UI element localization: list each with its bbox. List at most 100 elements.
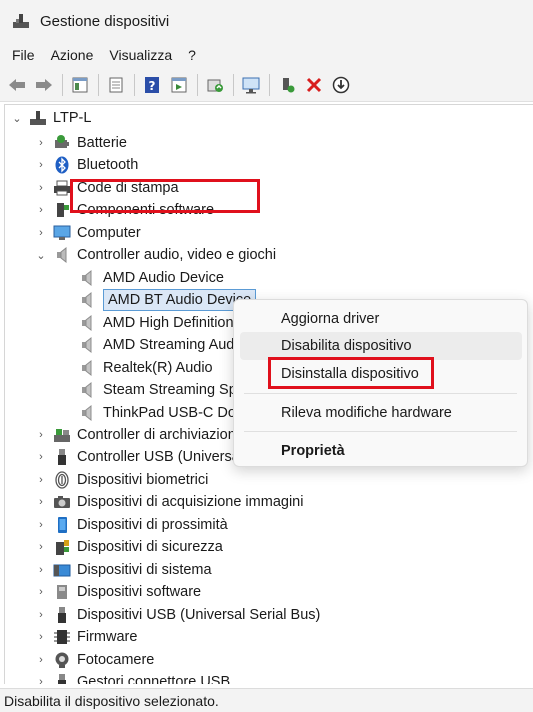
speaker-icon	[79, 381, 97, 399]
chevron-right-icon[interactable]: ›	[33, 424, 49, 446]
printer-icon	[53, 179, 71, 197]
chevron-right-icon[interactable]: ›	[33, 626, 49, 648]
tree-category-label: Dispositivi software	[77, 584, 202, 600]
speaker-icon	[79, 314, 97, 332]
device-manager-app-icon	[11, 11, 31, 31]
chevron-right-icon[interactable]: ›	[33, 671, 49, 684]
toolbar-separator	[197, 73, 198, 96]
tree-category-prossimita[interactable]: › Dispositivi di prossimità	[33, 514, 228, 536]
toolbar-separator	[62, 73, 63, 96]
menu-azione[interactable]: Azione	[43, 43, 102, 67]
chevron-right-icon[interactable]: ›	[33, 132, 49, 154]
tree-device-amd-bt-audio[interactable]: AMD BT Audio Device	[79, 289, 257, 311]
chevron-right-icon[interactable]: ›	[33, 222, 49, 244]
software-device-icon	[53, 583, 71, 601]
toolbar-separator	[269, 73, 270, 96]
menu-help[interactable]: ?	[180, 43, 204, 67]
tree-category-label: Controller audio, video e giochi	[77, 247, 277, 263]
tree-root-label: LTP-L	[53, 110, 92, 126]
tree-category-biometrici[interactable]: › Dispositivi biometrici	[33, 469, 208, 491]
tree-category-sicurezza[interactable]: › Dispositivi di sicurezza	[33, 536, 223, 558]
download-icon[interactable]	[328, 72, 354, 98]
run-icon[interactable]	[166, 72, 192, 98]
chevron-right-icon[interactable]: ›	[33, 491, 49, 513]
menu-item-aggiorna-driver[interactable]: Aggiorna driver	[240, 305, 522, 333]
uninstall-icon[interactable]	[301, 72, 327, 98]
selected-device-highlight-box	[70, 179, 260, 213]
tree-category-label: Bluetooth	[77, 157, 139, 173]
bluetooth-icon	[53, 156, 71, 174]
speaker-icon	[79, 359, 97, 377]
chevron-right-icon[interactable]: ›	[33, 514, 49, 536]
tree-category-label: Gestori connettore USB	[77, 674, 231, 684]
chevron-right-icon[interactable]: ›	[33, 446, 49, 468]
menu-item-disabilita-dispositivo[interactable]: Disabilita dispositivo	[240, 332, 522, 360]
tree-category-controller-audio[interactable]: ⌄ Controller audio, video e giochi	[33, 244, 276, 266]
status-text: Disabilita il dispositivo selezionato.	[4, 692, 219, 709]
toolbar: ?	[0, 68, 533, 102]
menu-item-proprieta[interactable]: Proprietà	[240, 437, 522, 465]
usb-icon	[53, 606, 71, 624]
chevron-right-icon[interactable]: ›	[33, 154, 49, 176]
system-device-icon	[53, 561, 71, 579]
usb-connector-icon	[53, 673, 71, 684]
help-icon[interactable]: ?	[139, 72, 165, 98]
tree-category-label: Computer	[77, 225, 141, 241]
tree-category-label: Fotocamere	[77, 652, 155, 668]
tree-category-gestori-connettore-usb[interactable]: › Gestori connettore USB	[33, 671, 230, 684]
computer-root-icon	[29, 109, 47, 127]
battery-icon	[53, 134, 71, 152]
chevron-right-icon[interactable]: ›	[33, 581, 49, 603]
tree-category-batterie[interactable]: › Batterie	[33, 132, 127, 154]
computer-icon	[53, 224, 71, 242]
menu-separator	[244, 431, 517, 432]
chevron-right-icon[interactable]: ›	[33, 559, 49, 581]
tree-device-label: AMD Audio Device	[103, 270, 224, 286]
title-bar: Gestione dispositivi	[0, 0, 533, 42]
security-device-icon	[53, 538, 71, 556]
chevron-right-icon[interactable]: ›	[33, 649, 49, 671]
menu-bar: File Azione Visualizza ?	[0, 42, 533, 68]
tree-device-amd-audio[interactable]: AMD Audio Device	[79, 267, 224, 289]
fingerprint-icon	[53, 471, 71, 489]
chevron-down-icon[interactable]: ⌄	[33, 244, 49, 266]
tree-category-label: Dispositivi di sistema	[77, 562, 212, 578]
tree-category-label: Dispositivi di prossimità	[77, 517, 228, 533]
tree-category-dispositivi-usb[interactable]: › Dispositivi USB (Universal Serial Bus)	[33, 604, 320, 626]
tree-category-computer[interactable]: › Computer	[33, 222, 141, 244]
tree-root[interactable]: ⌄ LTP-L	[9, 107, 91, 129]
tree-category-label: Batterie	[77, 135, 127, 151]
camera-icon	[53, 493, 71, 511]
chevron-right-icon[interactable]: ›	[33, 177, 49, 199]
status-bar: Disabilita il dispositivo selezionato.	[0, 688, 533, 712]
menu-item-rileva-modifiche-hardware[interactable]: Rileva modifiche hardware	[240, 399, 522, 427]
scan-hardware-icon[interactable]	[238, 72, 264, 98]
tree-category-bluetooth[interactable]: › Bluetooth	[33, 154, 138, 176]
update-driver-icon[interactable]	[202, 72, 228, 98]
tree-category-dispositivi-software[interactable]: › Dispositivi software	[33, 581, 201, 603]
menu-visualizza[interactable]: Visualizza	[101, 43, 180, 67]
tree-category-fotocamere[interactable]: › Fotocamere	[33, 649, 154, 671]
tree-category-acquisizione-immagini[interactable]: › Dispositivi di acquisizione immagini	[33, 491, 303, 513]
tree-category-label: Controller di archiviazione	[77, 427, 244, 443]
tree-category-sistema[interactable]: › Dispositivi di sistema	[33, 559, 212, 581]
chevron-right-icon[interactable]: ›	[33, 199, 49, 221]
enable-device-icon[interactable]	[274, 72, 300, 98]
properties-icon[interactable]	[67, 72, 93, 98]
forward-arrow-icon[interactable]	[31, 72, 57, 98]
menu-file[interactable]: File	[4, 43, 43, 67]
chevron-right-icon[interactable]: ›	[33, 536, 49, 558]
device-list-icon[interactable]	[103, 72, 129, 98]
tree-category-label: Dispositivi biometrici	[77, 472, 209, 488]
back-arrow-icon[interactable]	[4, 72, 30, 98]
tree-category-controller-archiviazione[interactable]: › Controller di archiviazione	[33, 424, 244, 446]
toolbar-separator	[233, 73, 234, 96]
chevron-right-icon[interactable]: ›	[33, 604, 49, 626]
chevron-down-icon[interactable]: ⌄	[9, 107, 25, 129]
chevron-right-icon[interactable]: ›	[33, 469, 49, 491]
tree-device-realtek-audio[interactable]: Realtek(R) Audio	[79, 357, 213, 379]
tree-category-firmware[interactable]: › Firmware	[33, 626, 137, 648]
window-title: Gestione dispositivi	[40, 12, 170, 30]
svg-text:?: ?	[149, 79, 156, 93]
speaker-icon	[79, 291, 97, 309]
